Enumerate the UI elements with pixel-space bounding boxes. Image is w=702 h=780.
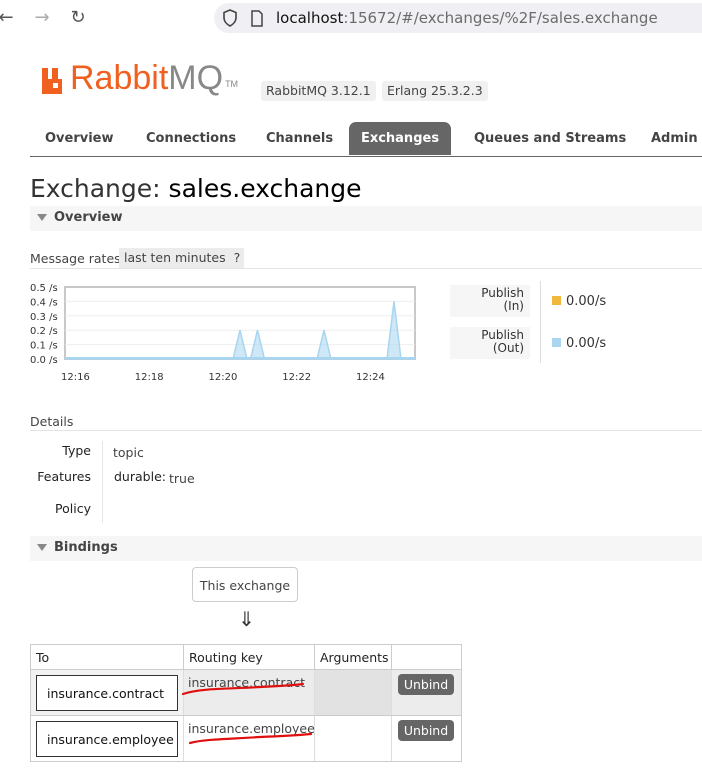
bindings-section-header[interactable]: Bindings [30,536,702,561]
binding-destination-link[interactable]: insurance.contract [36,675,178,711]
chart-y-tick-label: 0.1 /s [30,341,58,352]
chart-y-tick-label: 0.2 /s [30,326,58,337]
durable-value: true [169,471,195,486]
collapse-triangle-icon [37,544,47,551]
message-rates-chart: 0.0 /s 0.1 /s 0.2 /s 0.3 /s 0.4 /s 0.5 /s 12:… [30,283,416,380]
binding-routing-key: insurance.contract [188,675,306,690]
divider [102,441,103,523]
erlang-version-badge: Erlang 25.3.2.3 [382,81,488,101]
shield-icon [223,9,237,27]
binding-destination-link[interactable]: insurance.employee [36,721,178,757]
tab-channels[interactable]: Channels [266,122,333,155]
chart-x-tick-label: 12:20 [209,372,238,380]
rabbitmq-version-badge: RabbitMQ 3.12.1 [261,81,376,101]
tab-exchanges[interactable]: Exchanges [349,122,451,155]
chart-y-tick-label: 0.5 /s [30,283,58,294]
this-exchange-box: This exchange [192,567,298,602]
page-title: Exchange: sales.exchange [30,174,362,203]
legend-divider [540,281,541,363]
chart-x-tick-label: 12:22 [282,372,311,380]
policy-key: Policy [55,501,91,516]
type-key: Type [62,443,91,458]
unbind-button[interactable]: Unbind [398,674,454,695]
divider [30,430,702,431]
table-row: insurance.employee insurance.employee Un… [31,715,461,761]
url-text: localhost:15672/#/exchanges/%2F/sales.ex… [276,9,658,27]
type-value: topic [113,445,144,460]
chart-x-tick-label: 12:24 [356,372,385,380]
bindings-table: To Routing key Arguments insurance.contr… [30,644,462,762]
main-nav-tabs: Overview Connections Channels Exchanges … [30,122,702,157]
publish-in-swatch [552,296,561,305]
binding-routing-key: insurance.employee [188,721,315,736]
page-icon [251,10,263,27]
chart-x-tick-label: 12:18 [135,372,164,380]
browser-toolbar: ← → ↻ localhost:15672/#/exchanges/%2F/sa… [0,0,702,36]
tab-queues-and-streams[interactable]: Queues and Streams [474,122,626,155]
table-row: insurance.contract insurance.contract Un… [31,669,461,715]
binding-arguments [315,716,392,761]
legend-publish-out: Publish (Out) [450,327,530,359]
rates-help-button[interactable]: ? [230,248,244,268]
tab-admin[interactable]: Admin [651,122,698,155]
features-key: Features [37,469,91,484]
message-rates-label: Message rates [30,251,121,266]
column-header-arguments: Arguments [315,645,392,669]
chart-y-tick-label: 0.4 /s [30,297,58,308]
legend-publish-in: Publish (In) [450,285,530,317]
rabbit-logo-icon [42,68,62,94]
binding-arguments [315,670,392,715]
address-bar[interactable]: localhost:15672/#/exchanges/%2F/sales.ex… [214,3,702,33]
divider [30,268,702,269]
back-arrow-icon[interactable]: ← [0,6,18,30]
column-header-routing-key: Routing key [184,645,315,669]
forward-arrow-icon[interactable]: → [30,6,54,30]
chart-x-tick-label: 12:16 [61,372,90,380]
down-double-arrow-icon: ⇓ [238,607,255,631]
details-label: Details [30,414,74,429]
publish-in-rate: 0.00/s [566,294,607,309]
tab-overview[interactable]: Overview [45,122,114,155]
collapse-triangle-icon [37,214,47,221]
column-header-to: To [31,645,184,669]
chart-y-tick-label: 0.0 /s [30,355,58,366]
overview-section-header[interactable]: Overview [30,206,702,231]
tab-connections[interactable]: Connections [146,122,236,155]
unbind-button[interactable]: Unbind [398,720,454,741]
reload-icon[interactable]: ↻ [66,6,90,30]
publish-out-rate: 0.00/s [566,336,607,351]
chart-y-tick-label: 0.3 /s [30,312,58,323]
rates-range-selector[interactable]: last ten minutes [119,248,231,268]
column-header-actions [392,645,461,669]
publish-out-swatch [552,338,561,347]
durable-key: durable: [114,469,166,484]
